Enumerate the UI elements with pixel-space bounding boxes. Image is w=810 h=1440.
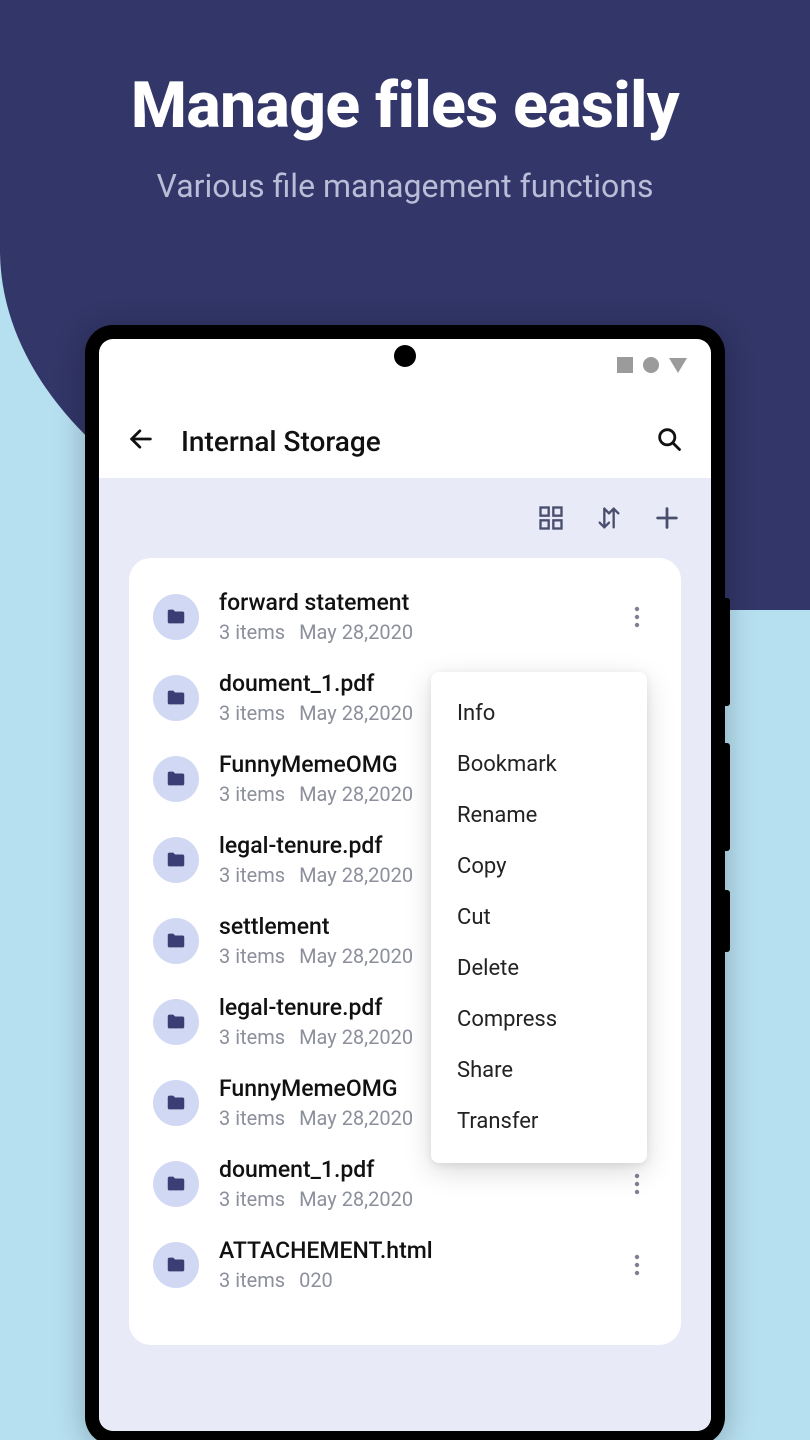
- file-name: ATTACHEMENT.html: [219, 1237, 617, 1264]
- menu-item-compress[interactable]: Compress: [431, 994, 647, 1045]
- folder-icon: [153, 999, 199, 1045]
- folder-icon: [153, 756, 199, 802]
- status-circle-icon: [643, 357, 659, 373]
- menu-item-share[interactable]: Share: [431, 1045, 647, 1096]
- file-text: ATTACHEMENT.html 3 items020: [219, 1237, 617, 1292]
- sort-icon[interactable]: [595, 504, 623, 532]
- phone-camera: [394, 345, 416, 367]
- more-options-icon[interactable]: [617, 1173, 657, 1195]
- phone-side-button: [725, 598, 730, 706]
- context-menu: InfoBookmarkRenameCopyCutDeleteCompressS…: [431, 672, 647, 1163]
- folder-icon: [153, 1161, 199, 1207]
- folder-icon: [153, 837, 199, 883]
- status-triangle-icon: [669, 358, 687, 373]
- hero-subtitle: Various file management functions: [0, 167, 810, 205]
- folder-icon: [153, 594, 199, 640]
- screen-title: Internal Storage: [181, 425, 381, 458]
- file-meta: 3 items020: [219, 1268, 617, 1292]
- file-text: forward statement 3 itemsMay 28,2020: [219, 589, 617, 644]
- file-meta: 3 itemsMay 28,2020: [219, 620, 617, 644]
- menu-item-rename[interactable]: Rename: [431, 790, 647, 841]
- toolbar: [99, 478, 711, 558]
- phone-frame: Internal Storage forward statement 3 item…: [85, 325, 725, 1440]
- menu-item-delete[interactable]: Delete: [431, 943, 647, 994]
- file-name: forward statement: [219, 589, 617, 616]
- more-options-icon[interactable]: [617, 606, 657, 628]
- app-header: Internal Storage: [99, 404, 711, 478]
- file-text: doument_1.pdf3 itemsMay 28,2020: [219, 1156, 617, 1211]
- status-bar: [617, 357, 687, 373]
- file-meta: 3 itemsMay 28,2020: [219, 1187, 617, 1211]
- add-icon[interactable]: [653, 504, 681, 532]
- status-square-icon: [617, 357, 633, 373]
- more-options-icon[interactable]: [617, 1254, 657, 1276]
- folder-icon: [153, 675, 199, 721]
- menu-item-transfer[interactable]: Transfer: [431, 1096, 647, 1147]
- folder-icon: [153, 1080, 199, 1126]
- folder-icon: [153, 1242, 199, 1288]
- phone-side-button: [725, 743, 730, 851]
- back-icon[interactable]: [127, 425, 155, 457]
- menu-item-cut[interactable]: Cut: [431, 892, 647, 943]
- hero: Manage files easily Various file managem…: [0, 68, 810, 205]
- phone-screen: Internal Storage forward statement 3 item…: [99, 339, 711, 1431]
- menu-item-bookmark[interactable]: Bookmark: [431, 739, 647, 790]
- file-row[interactable]: forward statement 3 itemsMay 28,2020: [129, 576, 681, 657]
- grid-view-icon[interactable]: [537, 504, 565, 532]
- hero-title: Manage files easily: [0, 68, 810, 143]
- phone-side-button: [725, 890, 730, 952]
- menu-item-copy[interactable]: Copy: [431, 841, 647, 892]
- menu-item-info[interactable]: Info: [431, 688, 647, 739]
- search-icon[interactable]: [655, 425, 683, 457]
- file-row[interactable]: ATTACHEMENT.html 3 items020: [129, 1224, 681, 1305]
- folder-icon: [153, 918, 199, 964]
